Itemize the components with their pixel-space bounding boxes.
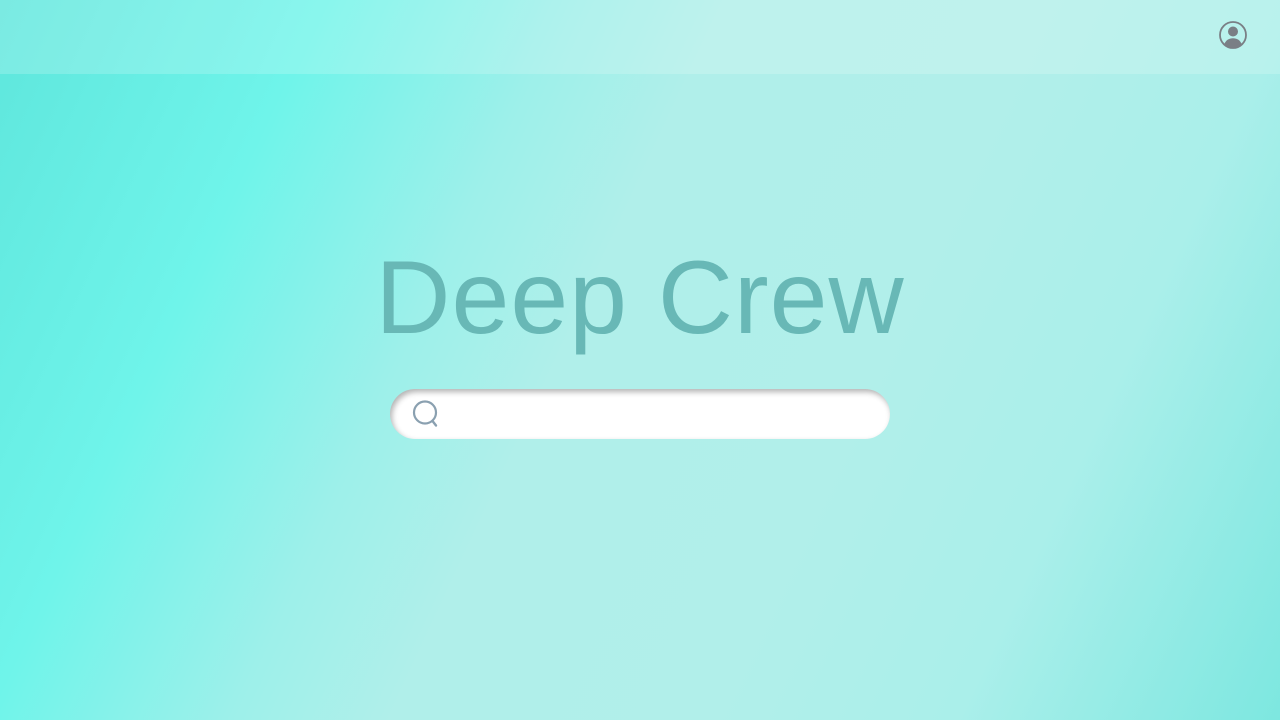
profile-button[interactable] bbox=[1218, 20, 1248, 50]
brand-title: Deep Crew bbox=[375, 240, 905, 356]
top-bar bbox=[0, 0, 1280, 74]
search-icon[interactable] bbox=[411, 399, 441, 429]
search-input[interactable] bbox=[450, 389, 870, 439]
search-bar[interactable] bbox=[390, 389, 890, 439]
account-circle-icon bbox=[1219, 21, 1247, 49]
